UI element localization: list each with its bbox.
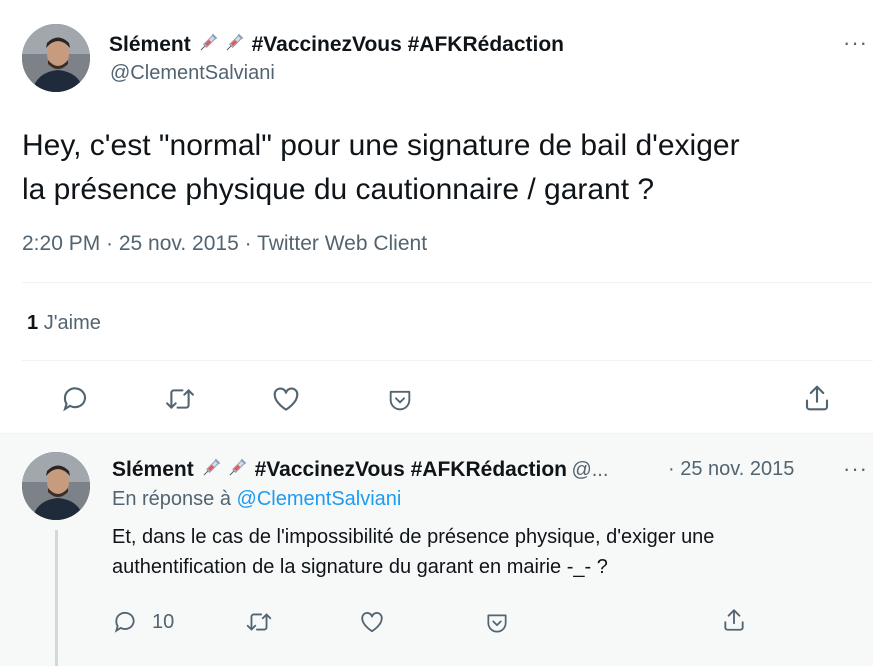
reply-text: Et, dans le cas de l'impossibilité de pr… (112, 522, 714, 582)
thread-line (55, 530, 58, 666)
reply-button[interactable] (60, 384, 90, 414)
divider (22, 360, 873, 361)
reply-hashtags[interactable]: #VaccinezVous #AFKRédaction (255, 458, 567, 481)
retweet-icon (246, 613, 272, 631)
in-reply-handle[interactable]: @ClementSalviani (237, 488, 402, 510)
tweet-meta[interactable]: 2:20 PM · 25 nov. 2015 · Twitter Web Cli… (22, 232, 427, 256)
reply-downvote-button[interactable] (484, 610, 510, 636)
likes-count: 1 (27, 312, 39, 334)
share-icon (805, 385, 829, 411)
tweet-text: Hey, c'est "normal" pour une signature d… (22, 124, 740, 212)
reply-text-line: authentification de la signature du gara… (112, 556, 608, 578)
like-button[interactable] (271, 384, 301, 414)
syringe-icon (225, 456, 249, 480)
reply-retweet-button[interactable] (245, 609, 273, 635)
author-header: Slément #VaccinezVous #AFKRédaction (109, 31, 564, 57)
in-reply-to: En réponse à @ClementSalviani (112, 488, 401, 511)
display-name[interactable]: Slément (109, 33, 191, 56)
tweet-text-line: la présence physique du cautionnaire / g… (22, 173, 655, 206)
share-icon (724, 609, 744, 631)
retweet-icon (166, 389, 194, 409)
reply-author-avatar[interactable] (22, 452, 90, 520)
reply-date[interactable]: · 25 nov. 2015 (668, 458, 794, 481)
likes-stat[interactable]: 1 J'aime (27, 312, 101, 335)
syringe-icon (222, 31, 246, 55)
reply-handle[interactable]: @... (571, 459, 608, 481)
author-handle[interactable]: @ClementSalviani (110, 62, 275, 85)
likes-label: J'aime (43, 312, 101, 334)
downvote-icon (389, 390, 411, 411)
reply-share-button[interactable] (721, 607, 747, 633)
reply-like-button[interactable] (359, 609, 385, 635)
like-icon (361, 612, 383, 633)
reply-author-header: Slément #VaccinezVous #AFKRédaction @... (112, 456, 608, 482)
reply-count: 10 (152, 610, 175, 633)
reply-icon (114, 611, 135, 633)
syringe-icon (196, 31, 220, 55)
downvote-button[interactable] (386, 386, 414, 414)
share-button[interactable] (802, 383, 832, 413)
reply-display-name[interactable]: Slément (112, 458, 194, 481)
in-reply-prefix: En réponse à (112, 488, 231, 510)
author-avatar[interactable] (22, 24, 90, 92)
more-icon[interactable]: ··· (843, 30, 868, 56)
divider (22, 282, 873, 283)
more-icon[interactable]: ··· (843, 456, 868, 482)
tweet-text-line: Hey, c'est "normal" pour une signature d… (22, 129, 740, 162)
syringe-icon (199, 456, 223, 480)
retweet-button[interactable] (164, 384, 196, 414)
reply-icon (63, 387, 87, 412)
divider (0, 433, 873, 434)
reply-reply-button[interactable]: 10 (112, 609, 174, 635)
like-icon (273, 387, 299, 411)
hashtags[interactable]: #VaccinezVous #AFKRédaction (252, 33, 564, 56)
reply-text-line: Et, dans le cas de l'impossibilité de pr… (112, 526, 715, 548)
downvote-icon (487, 614, 507, 633)
